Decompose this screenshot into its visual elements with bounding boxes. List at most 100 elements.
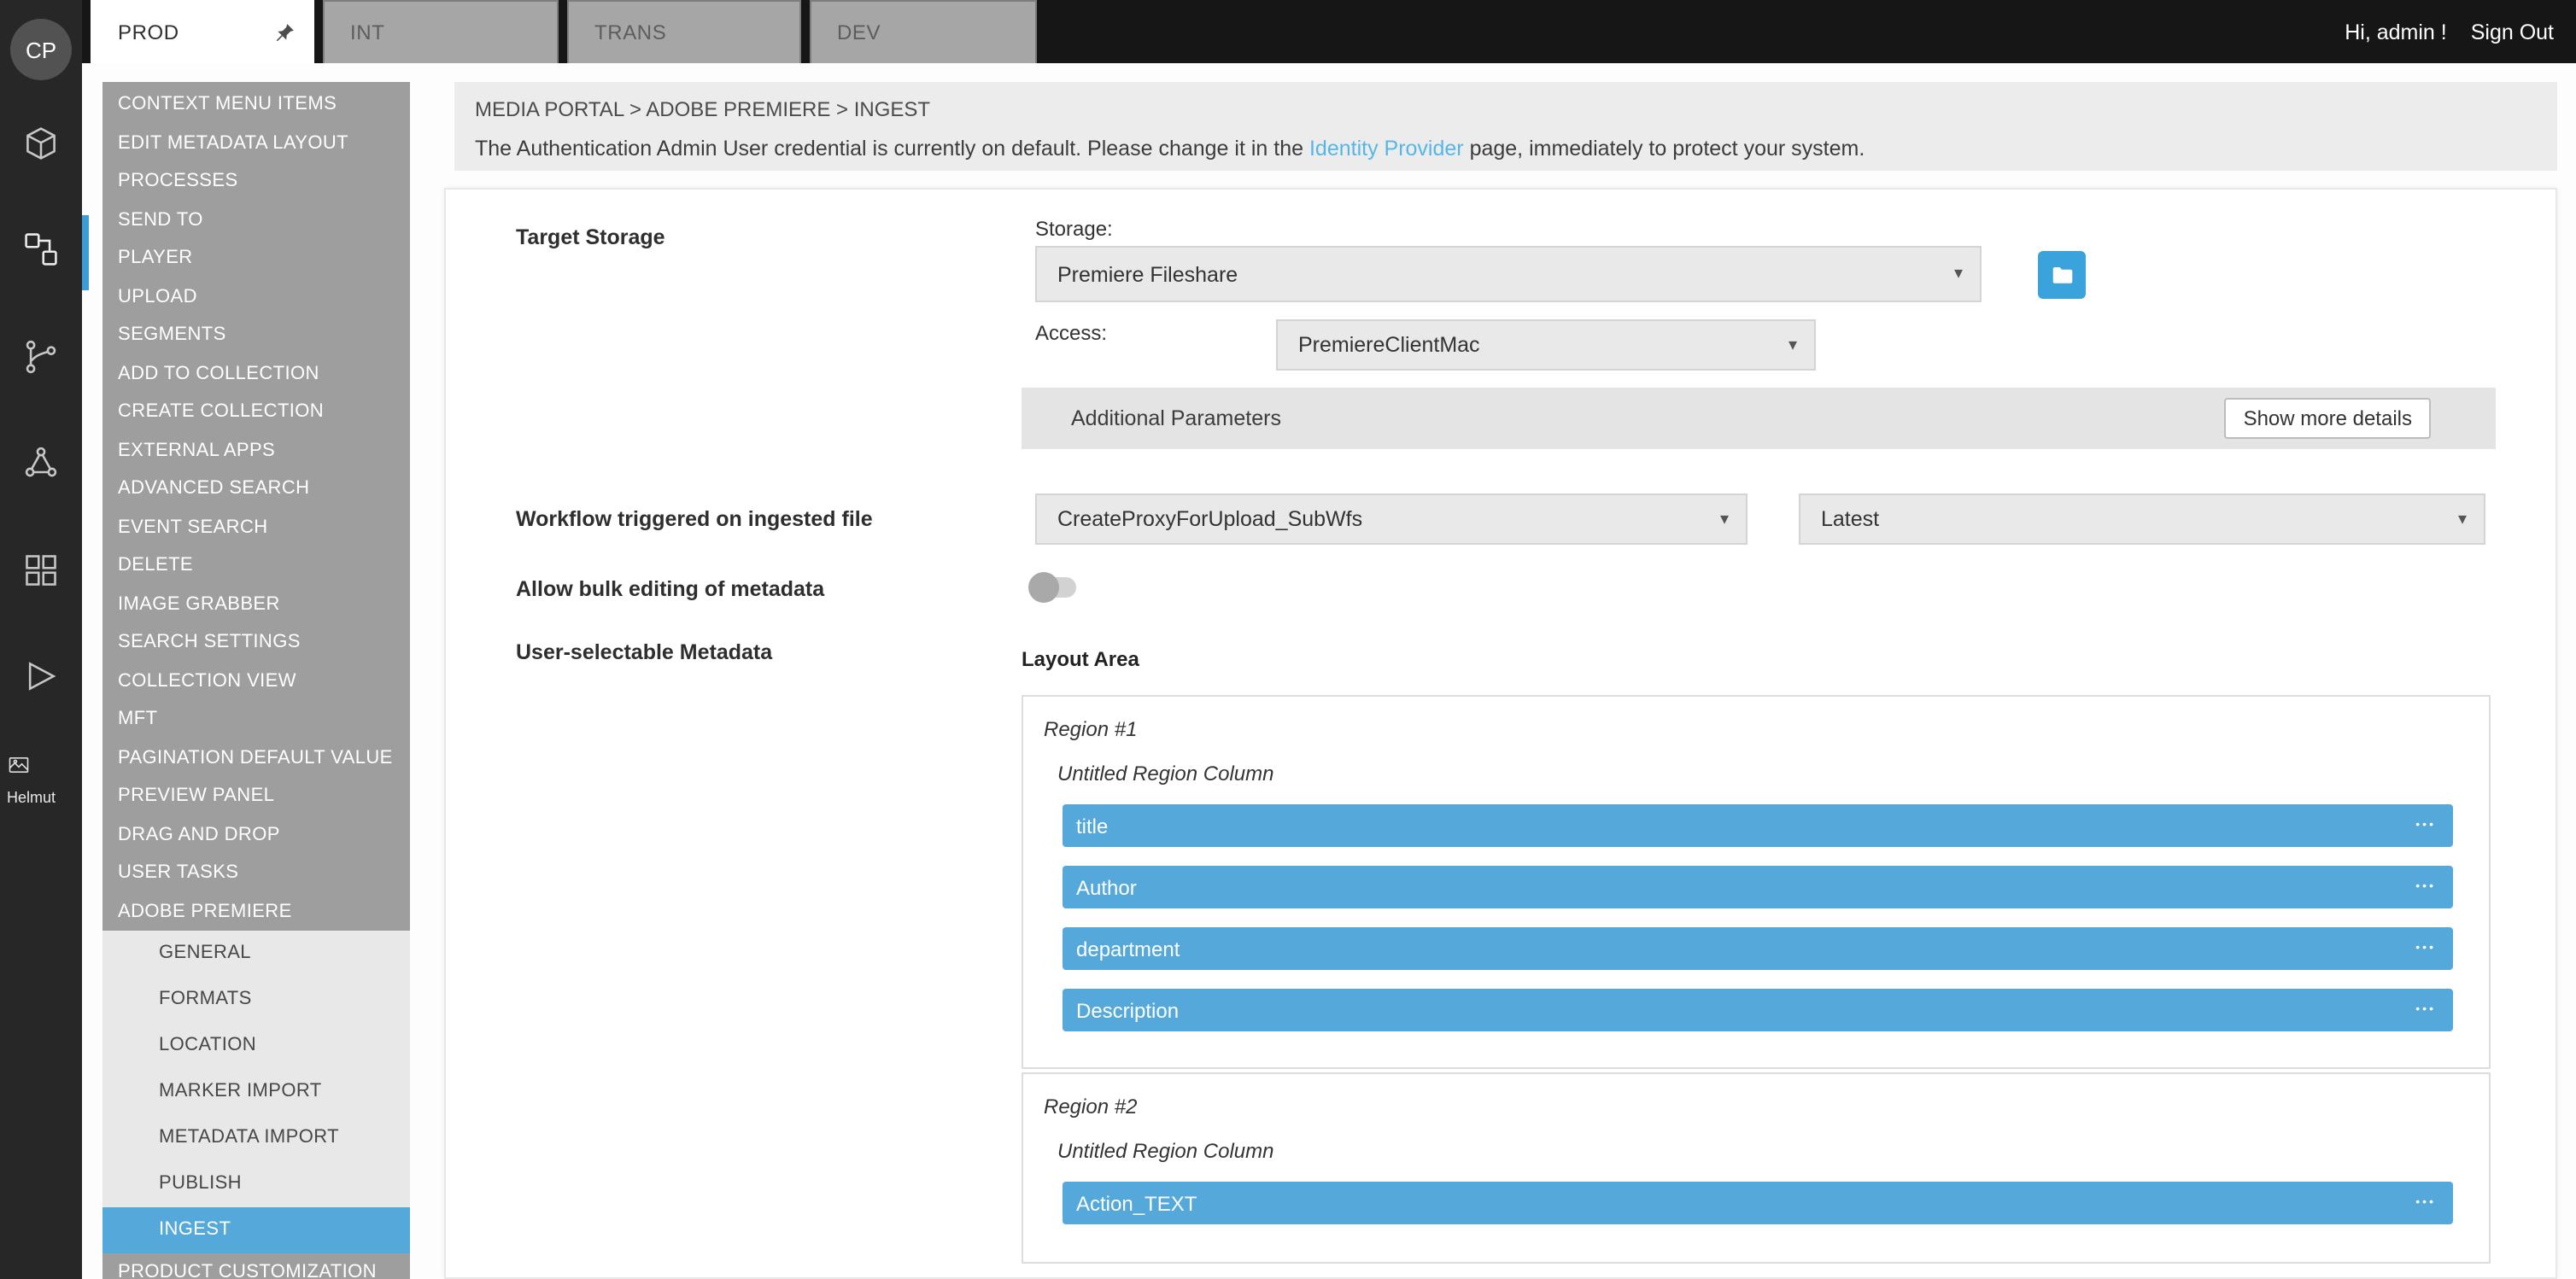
sidebar-item-label: EVENT SEARCH <box>118 517 268 537</box>
row-menu-icon[interactable]: ••• <box>2415 881 2436 893</box>
workflow-version-select[interactable]: Latest ▾ <box>1799 493 2485 545</box>
identity-provider-link[interactable]: Identity Provider <box>1309 137 1464 161</box>
sidebar-item[interactable]: CREATE COLLECTION <box>102 393 410 431</box>
sidebar-item[interactable]: USER TASKS <box>102 854 410 892</box>
sidebar-item[interactable]: EVENT SEARCH <box>102 508 410 546</box>
chevron-down-icon: ▾ <box>2458 510 2467 529</box>
chevron-down-icon: ▾ <box>1954 265 1963 283</box>
region-column-title: Untitled Region Column <box>1057 1139 2453 1163</box>
groups-icon[interactable] <box>15 437 67 488</box>
sidebar-item-label: DRAG AND DROP <box>118 824 280 844</box>
sidebar-item-label: ADD TO COLLECTION <box>118 363 319 383</box>
sidebar-item[interactable]: PROCESSES <box>102 162 410 201</box>
sidebar-item[interactable]: EDIT METADATA LAYOUT <box>102 124 410 162</box>
sidebar-item[interactable]: PUBLISH <box>102 1161 410 1207</box>
sidebar-item-label: LOCATION <box>159 1035 256 1055</box>
icon-rail: CP Helmut <box>0 0 82 1279</box>
sidebar-item-label: GENERAL <box>159 943 251 963</box>
workflow-select-value: CreateProxyForUpload_SubWfs <box>1057 507 1362 531</box>
environment-tab[interactable]: DEV <box>810 0 1037 63</box>
row-menu-icon[interactable]: ••• <box>2415 820 2436 832</box>
sidebar-item-label: INGEST <box>159 1219 231 1240</box>
sidebar-item-label: METADATA IMPORT <box>159 1127 339 1148</box>
sidebar-item[interactable]: GENERAL <box>102 931 410 977</box>
storage-select[interactable]: Premiere Fileshare ▾ <box>1035 246 1982 302</box>
sidebar-item[interactable]: PRODUCT CUSTOMIZATION <box>102 1253 410 1279</box>
region-title: Region #2 <box>1044 1095 2453 1118</box>
workflow-version-value: Latest <box>1821 507 1879 531</box>
workflows-icon[interactable] <box>15 224 67 275</box>
sidebar-item-label: FORMATS <box>159 989 252 1009</box>
layout-area-label: Layout Area <box>1022 647 1139 671</box>
environment-tab[interactable]: TRANS <box>567 0 801 63</box>
user-area: Hi, admin ! Sign Out <box>2345 0 2554 63</box>
metadata-field-row[interactable]: department ••• <box>1063 927 2453 970</box>
metadata-field-row[interactable]: Description ••• <box>1063 989 2453 1031</box>
environment-tab-label: TRANS <box>594 20 666 44</box>
sidebar-item[interactable]: MFT <box>102 700 410 739</box>
sidebar-item[interactable]: ADOBE PREMIERE <box>102 892 410 931</box>
chevron-down-icon: ▾ <box>1789 336 1797 354</box>
sidebar-item[interactable]: SEARCH SETTINGS <box>102 623 410 662</box>
sidebar-item[interactable]: MARKER IMPORT <box>102 1069 410 1115</box>
sidebar-item[interactable]: METADATA IMPORT <box>102 1115 410 1161</box>
app-window: PROD INT TRANS <box>0 0 2576 1279</box>
avatar[interactable]: CP <box>10 19 72 80</box>
user-selectable-metadata-label: User-selectable Metadata <box>516 640 772 664</box>
show-more-details-button[interactable]: Show more details <box>2225 398 2431 439</box>
warning-banner: The Authentication Admin User credential… <box>475 137 2557 161</box>
metadata-field-row[interactable]: Action_TEXT ••• <box>1063 1182 2453 1224</box>
row-menu-icon[interactable]: ••• <box>2415 1197 2436 1209</box>
sidebar-item[interactable]: PLAYER <box>102 239 410 277</box>
sidebar-item[interactable]: CONTEXT MENU ITEMS <box>102 85 410 124</box>
environment-tab-label: PROD <box>118 20 179 44</box>
sidebar-item-label: EDIT METADATA LAYOUT <box>118 132 348 153</box>
active-rail-indicator <box>82 215 89 290</box>
apps-icon[interactable] <box>15 545 67 596</box>
metadata-field-row[interactable]: title ••• <box>1063 804 2453 847</box>
pin-icon[interactable] <box>273 21 296 44</box>
sidebar-item[interactable]: PREVIEW PANEL <box>102 777 410 815</box>
sidebar-item[interactable]: ADD TO COLLECTION <box>102 354 410 393</box>
environment-tab[interactable]: PROD <box>91 0 314 63</box>
bulk-editing-toggle[interactable] <box>1028 572 1080 603</box>
player-icon[interactable] <box>15 651 67 702</box>
modules-icon[interactable] <box>15 118 67 169</box>
metadata-field-label: title <box>1076 814 1108 838</box>
metadata-field-row[interactable]: Author ••• <box>1063 866 2453 908</box>
row-menu-icon[interactable]: ••• <box>2415 1004 2436 1016</box>
user-greeting: Hi, admin ! <box>2345 20 2447 44</box>
sidebar-item[interactable]: SEND TO <box>102 201 410 239</box>
sidebar-item-label: MFT <box>118 709 157 729</box>
sidebar-item-label: DELETE <box>118 555 193 575</box>
settings-sidebar: CONTEXT MENU ITEMS EDIT METADATA LAYOUT … <box>102 82 410 1279</box>
sidebar-item[interactable]: SEGMENTS <box>102 316 410 354</box>
environment-tab[interactable]: INT <box>323 0 559 63</box>
access-select[interactable]: PremiereClientMac ▾ <box>1276 319 1816 371</box>
sidebar-item-label: PROCESSES <box>118 171 238 191</box>
sidebar-item[interactable]: PAGINATION DEFAULT VALUE <box>102 739 410 777</box>
sidebar-item[interactable]: FORMATS <box>102 977 410 1023</box>
sidebar-item[interactable]: DRAG AND DROP <box>102 815 410 854</box>
workflow-select[interactable]: CreateProxyForUpload_SubWfs ▾ <box>1035 493 1748 545</box>
additional-parameters-label: Additional Parameters <box>1071 406 1281 430</box>
sidebar-item[interactable]: IMAGE GRABBER <box>102 585 410 623</box>
environment-tabs: PROD INT TRANS <box>91 0 1037 63</box>
sidebar-item[interactable]: DELETE <box>102 546 410 585</box>
page-header: MEDIA PORTAL > ADOBE PREMIERE > INGEST T… <box>454 82 2557 171</box>
sidebar-item[interactable]: ADVANCED SEARCH <box>102 470 410 508</box>
sidebar-item-label: COLLECTION VIEW <box>118 670 296 691</box>
sidebar-item[interactable]: LOCATION <box>102 1023 410 1069</box>
sidebar-item-label: SEARCH SETTINGS <box>118 632 301 652</box>
browse-folder-button[interactable] <box>2038 251 2086 299</box>
sidebar-item[interactable]: COLLECTION VIEW <box>102 662 410 700</box>
flows-icon[interactable] <box>15 331 67 383</box>
row-menu-icon[interactable]: ••• <box>2415 943 2436 955</box>
sidebar-item[interactable]: INGEST <box>102 1207 410 1253</box>
sign-out-link[interactable]: Sign Out <box>2471 20 2554 44</box>
chevron-down-icon: ▾ <box>1720 510 1729 529</box>
sidebar-item-label: ADOBE PREMIERE <box>118 901 292 921</box>
toggle-knob <box>1028 572 1059 603</box>
sidebar-item[interactable]: UPLOAD <box>102 277 410 316</box>
sidebar-item[interactable]: EXTERNAL APPS <box>102 431 410 470</box>
